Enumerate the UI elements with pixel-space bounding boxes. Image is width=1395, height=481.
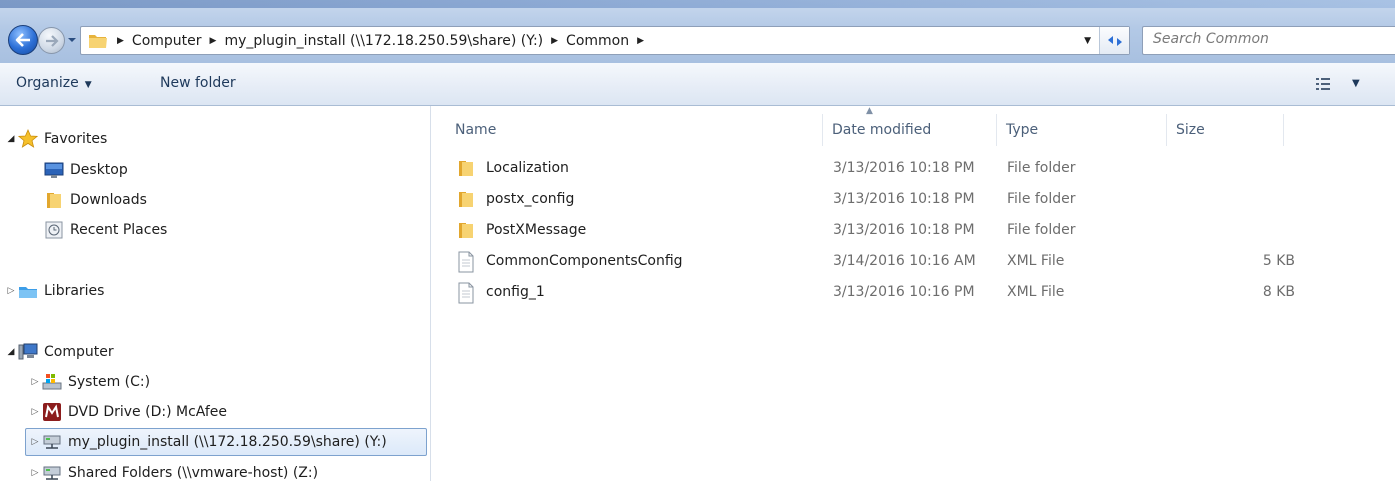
sidebar-item-recent-places[interactable]: Recent Places xyxy=(44,216,167,244)
chevron-down-icon xyxy=(68,38,76,42)
breadcrumb-common[interactable]: Common xyxy=(562,33,633,49)
expand-arrow-icon[interactable]: ▷ xyxy=(30,407,40,417)
libraries-icon xyxy=(18,281,38,301)
file-type: File folder xyxy=(1007,191,1076,207)
sidebar-item-label: my_plugin_install (\\172.18.250.59\share… xyxy=(68,434,387,450)
sidebar-item-favorites[interactable]: ◢ Favorites xyxy=(6,125,107,153)
star-icon xyxy=(18,129,38,149)
sidebar-item-label: Favorites xyxy=(44,131,108,147)
breadcrumb-share[interactable]: my_plugin_install (\\172.18.250.59\share… xyxy=(220,33,547,49)
refresh-icon xyxy=(1107,35,1122,46)
folder-icon xyxy=(459,192,473,207)
expand-arrow-icon[interactable]: ◢ xyxy=(6,347,16,357)
sidebar-item-dvd-drive[interactable]: ▷ DVD Drive (D:) McAfee xyxy=(30,398,227,426)
sidebar-item-libraries[interactable]: ▷ Libraries xyxy=(6,277,105,305)
folder-icon xyxy=(89,35,107,48)
recent-pages-dropdown[interactable] xyxy=(66,34,78,46)
address-history-dropdown-icon[interactable]: ▼ xyxy=(1084,36,1091,46)
sidebar-item-label: Downloads xyxy=(70,192,147,208)
file-date-modified: 3/13/2016 10:18 PM xyxy=(833,191,975,207)
expand-arrow-icon[interactable]: ▷ xyxy=(30,377,40,387)
breadcrumb-computer[interactable]: Computer xyxy=(128,33,206,49)
sidebar-item-label: Shared Folders (\\vmware-host) (Z:) xyxy=(68,465,319,481)
mcafee-dvd-icon xyxy=(42,402,62,422)
view-options-dropdown-icon[interactable]: ▼ xyxy=(1352,78,1360,89)
column-header-size[interactable]: Size xyxy=(1167,114,1284,146)
sidebar-item-plugin-share[interactable]: ▷ my_plugin_install (\\172.18.250.59\sha… xyxy=(25,428,427,456)
chevron-down-icon: ▼ xyxy=(84,80,92,90)
search-input[interactable] xyxy=(1153,31,1388,47)
expand-arrow-icon[interactable]: ◢ xyxy=(6,134,16,144)
file-date-modified: 3/13/2016 10:18 PM xyxy=(833,160,975,176)
column-header-date-modified[interactable]: Date modified xyxy=(823,114,997,146)
file-type: File folder xyxy=(1007,160,1076,176)
sidebar-item-label: Desktop xyxy=(70,162,128,178)
sidebar-item-label: Recent Places xyxy=(70,222,168,238)
breadcrumb: ▶ Computer ▶ my_plugin_install (\\172.18… xyxy=(113,27,648,54)
address-toolbar: ▶ Computer ▶ my_plugin_install (\\172.18… xyxy=(0,0,1395,63)
search-box[interactable] xyxy=(1142,26,1395,55)
windows-drive-icon xyxy=(42,372,62,392)
sidebar-item-desktop[interactable]: Desktop xyxy=(44,156,128,184)
file-row[interactable]: Localization 3/13/2016 10:18 PM File fol… xyxy=(456,155,1306,186)
expand-arrow-icon[interactable]: ▷ xyxy=(6,286,16,296)
file-list: ▲ Name Date modified Type Size Localizat… xyxy=(431,106,1395,481)
network-drive-icon xyxy=(42,463,62,481)
file-name: CommonComponentsConfig xyxy=(486,253,683,269)
xml-file-icon xyxy=(458,251,474,273)
address-bar[interactable]: ▶ Computer ▶ my_plugin_install (\\172.18… xyxy=(80,26,1130,55)
file-row[interactable]: PostXMessage 3/13/2016 10:18 PM File fol… xyxy=(456,217,1306,248)
file-row[interactable]: CommonComponentsConfig 3/14/2016 10:16 A… xyxy=(456,248,1306,279)
organize-label: Organize xyxy=(16,75,79,91)
sidebar-item-system-drive[interactable]: ▷ System (C:) xyxy=(30,368,150,396)
breadcrumb-separator-icon[interactable]: ▶ xyxy=(547,36,562,46)
file-date-modified: 3/14/2016 10:16 AM xyxy=(833,253,976,269)
sidebar-item-computer[interactable]: ◢ Computer xyxy=(6,338,114,366)
column-header-type[interactable]: Type xyxy=(997,114,1167,146)
expand-arrow-icon[interactable]: ▷ xyxy=(30,468,40,478)
sidebar-item-downloads[interactable]: Downloads xyxy=(44,186,147,214)
breadcrumb-separator-icon[interactable]: ▶ xyxy=(206,36,221,46)
sidebar-item-label: Computer xyxy=(44,344,114,360)
folder-icon xyxy=(459,161,473,176)
navigation-pane: ◢ Favorites Desktop Downloads Recent Pla… xyxy=(0,106,431,481)
back-button[interactable] xyxy=(8,25,38,55)
file-row[interactable]: config_1 3/13/2016 10:16 PM XML File 8 K… xyxy=(456,279,1306,310)
sidebar-item-label: DVD Drive (D:) McAfee xyxy=(68,404,227,420)
arrow-right-icon xyxy=(45,34,59,47)
file-name: postx_config xyxy=(486,191,575,207)
network-drive-icon xyxy=(42,432,62,452)
recent-places-icon xyxy=(44,220,64,240)
file-size: 5 KB xyxy=(1262,253,1295,269)
sidebar-item-label: System (C:) xyxy=(68,374,151,390)
command-bar: Organize ▼ New folder ▼ xyxy=(0,63,1395,106)
view-details-icon[interactable] xyxy=(1315,77,1331,91)
file-row[interactable]: postx_config 3/13/2016 10:18 PM File fol… xyxy=(456,186,1306,217)
file-name: config_1 xyxy=(486,284,545,300)
arrow-left-icon xyxy=(15,33,30,47)
breadcrumb-separator-icon[interactable]: ▶ xyxy=(113,36,128,46)
file-type: File folder xyxy=(1007,222,1076,238)
xml-file-icon xyxy=(458,282,474,304)
file-type: XML File xyxy=(1007,253,1065,269)
file-name: Localization xyxy=(486,160,569,176)
sidebar-item-label: Libraries xyxy=(44,283,105,299)
new-folder-button[interactable]: New folder xyxy=(160,75,236,91)
forward-button[interactable] xyxy=(38,27,65,54)
column-header-name[interactable]: Name xyxy=(446,114,823,146)
breadcrumb-separator-icon[interactable]: ▶ xyxy=(633,36,648,46)
refresh-button[interactable] xyxy=(1099,27,1129,54)
organize-button[interactable]: Organize ▼ xyxy=(16,75,92,91)
file-size: 8 KB xyxy=(1262,284,1295,300)
file-type: XML File xyxy=(1007,284,1065,300)
computer-icon xyxy=(18,342,38,362)
file-date-modified: 3/13/2016 10:16 PM xyxy=(833,284,975,300)
folder-icon xyxy=(459,223,473,238)
folder-icon xyxy=(44,190,64,210)
sidebar-item-shared-folders[interactable]: ▷ Shared Folders (\\vmware-host) (Z:) xyxy=(30,459,319,481)
expand-arrow-icon[interactable]: ▷ xyxy=(30,437,40,447)
desktop-icon xyxy=(44,160,64,180)
file-name: PostXMessage xyxy=(486,222,587,238)
file-date-modified: 3/13/2016 10:18 PM xyxy=(833,222,975,238)
